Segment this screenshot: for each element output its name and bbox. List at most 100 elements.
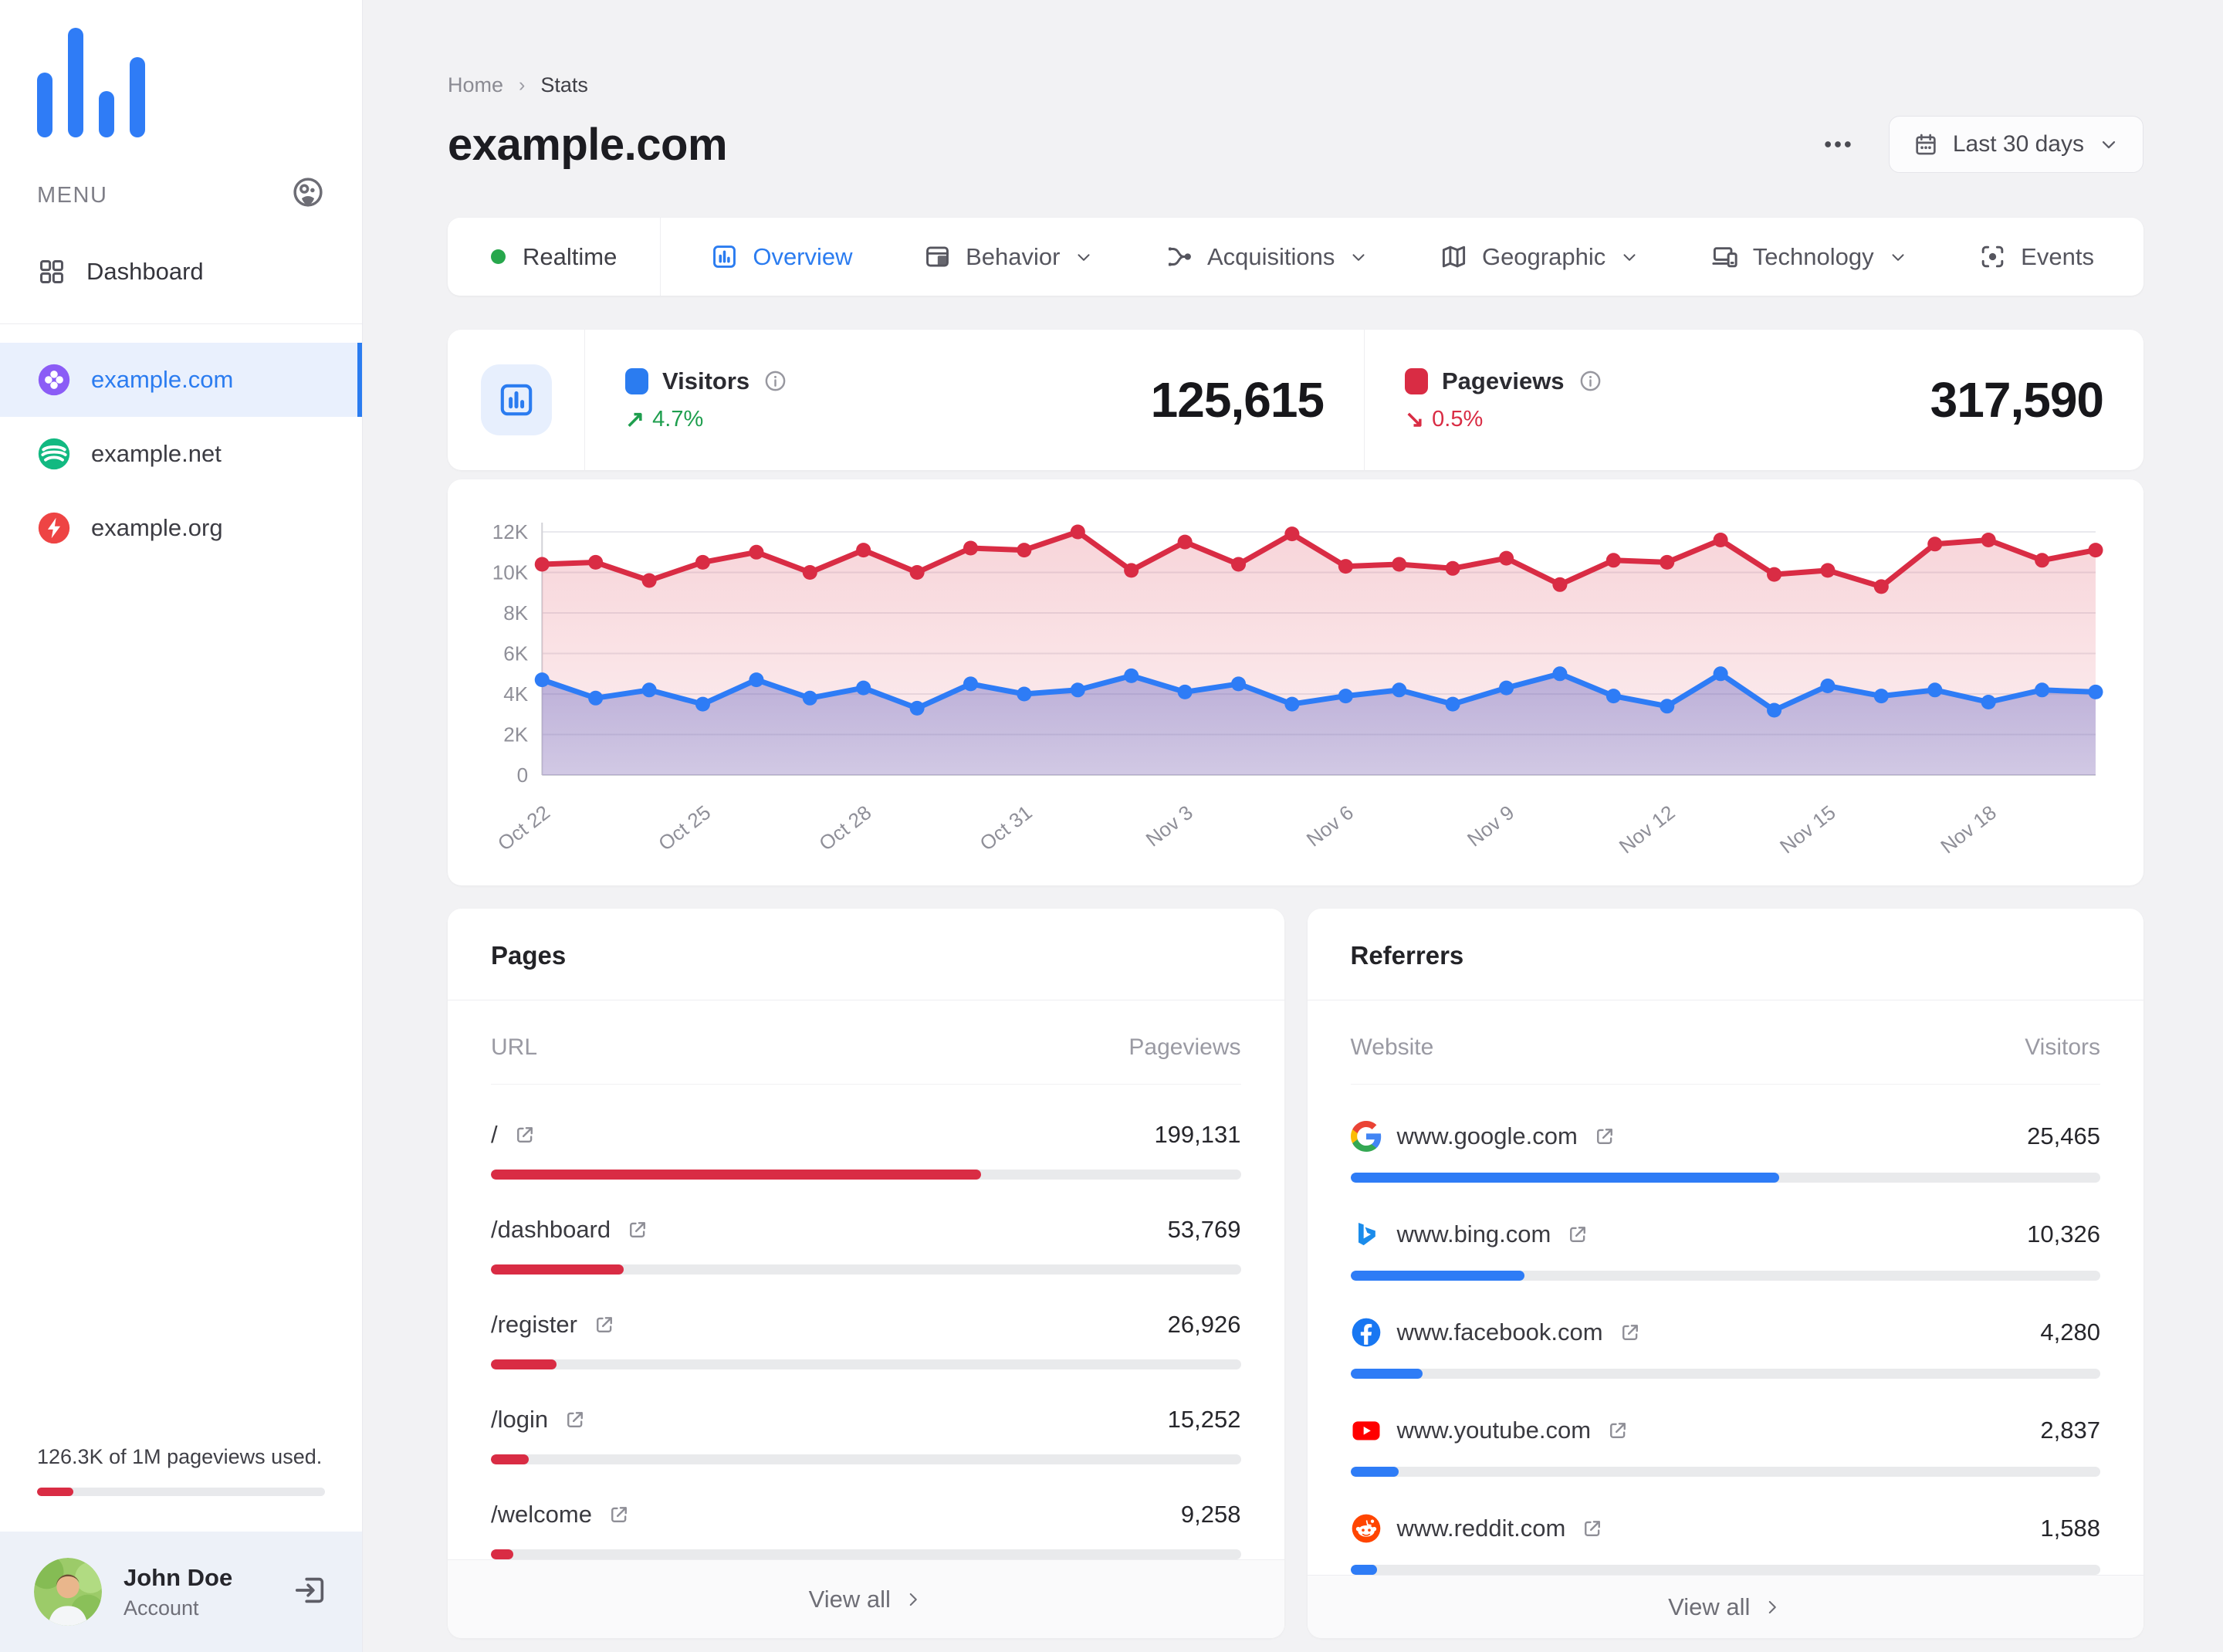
row-link[interactable]: /login <box>491 1406 587 1434</box>
row-link[interactable]: www.bing.com <box>1351 1219 1590 1250</box>
events-icon <box>1978 242 2007 271</box>
external-link-icon[interactable] <box>1581 1517 1604 1540</box>
chevron-down-icon <box>1074 247 1094 267</box>
external-link-icon[interactable] <box>1566 1223 1589 1246</box>
stat-visitors: Visitors ↗ 4.7% 125,615 <box>585 330 1365 470</box>
svg-text:8K: 8K <box>503 601 529 625</box>
row-link[interactable]: www.facebook.com <box>1351 1317 1642 1348</box>
reddit-favicon <box>1351 1513 1382 1544</box>
date-range-label: Last 30 days <box>1952 131 2084 157</box>
pages-rows: / 199,131 /dashboard 53,769 /register 26… <box>491 1121 1241 1559</box>
list-item: www.facebook.com 4,280 <box>1350 1317 2100 1379</box>
svg-text:10K: 10K <box>492 561 529 584</box>
external-link-icon[interactable] <box>593 1313 616 1336</box>
account-row[interactable]: John Doe Account <box>0 1532 362 1652</box>
chevron-right-icon <box>903 1589 923 1610</box>
row-value: 199,131 <box>1154 1121 1241 1148</box>
svg-text:6K: 6K <box>503 642 529 665</box>
tab-technology[interactable]: Technology <box>1710 242 1908 271</box>
row-value: 2,837 <box>2040 1417 2100 1444</box>
svg-text:Nov 3: Nov 3 <box>1142 801 1197 851</box>
info-icon[interactable] <box>1578 369 1602 393</box>
geographic-icon <box>1440 242 1468 271</box>
pageviews-value: 317,590 <box>1930 372 2104 428</box>
site-list: example.com example.net example.org <box>0 343 362 565</box>
row-bar <box>491 1264 1241 1275</box>
usage-block: 126.3K of 1M pageviews used. <box>37 1445 325 1496</box>
info-icon[interactable] <box>763 369 787 393</box>
menu-heading-row: MENU <box>37 175 325 215</box>
list-item: / 199,131 <box>491 1121 1241 1180</box>
dashboard-label: Dashboard <box>86 258 204 285</box>
youtube-favicon <box>1351 1415 1382 1446</box>
external-link-icon[interactable] <box>1619 1321 1642 1344</box>
row-link[interactable]: / <box>491 1121 536 1149</box>
list-item: www.reddit.com 1,588 <box>1350 1513 2100 1575</box>
row-bar <box>1350 1173 2100 1183</box>
list-item: /welcome 9,258 <box>491 1501 1241 1559</box>
tab-events[interactable]: Events <box>1978 242 2094 271</box>
site-label: example.com <box>91 366 234 393</box>
referrers-card-title: Referrers <box>1307 909 2143 1000</box>
usage-progress-fill <box>37 1488 73 1496</box>
tab-acquisitions[interactable]: Acquisitions <box>1165 242 1369 271</box>
external-link-icon[interactable] <box>563 1408 587 1431</box>
breadcrumb-home[interactable]: Home <box>448 73 503 97</box>
row-value: 1,588 <box>2040 1515 2100 1542</box>
row-label: www.facebook.com <box>1396 1319 1603 1346</box>
breadcrumb-current: Stats <box>540 73 588 96</box>
sign-out-icon[interactable] <box>293 1572 328 1612</box>
visitors-swatch <box>625 367 648 394</box>
row-value: 26,926 <box>1167 1311 1241 1338</box>
sidebar: MENU Dashboard example.com example.net e… <box>0 0 363 1652</box>
sidebar-item-dashboard[interactable]: Dashboard <box>37 257 325 286</box>
row-link[interactable]: /welcome <box>491 1501 631 1528</box>
list-item: www.youtube.com 2,837 <box>1350 1415 2100 1477</box>
chevron-right-icon: › <box>519 74 526 96</box>
sidebar-item-example.org[interactable]: example.org <box>0 491 362 565</box>
sidebar-item-example.net[interactable]: example.net <box>0 417 362 491</box>
sidebar-item-example.com[interactable]: example.com <box>0 343 362 417</box>
sidebar-divider <box>0 323 362 324</box>
row-label: www.bing.com <box>1396 1220 1551 1247</box>
external-link-icon[interactable] <box>1593 1125 1616 1148</box>
more-options-button[interactable] <box>1821 127 1855 161</box>
arrow-down-right-icon: ↘ <box>1405 406 1425 432</box>
row-label: /welcome <box>491 1501 592 1528</box>
external-link-icon[interactable] <box>1606 1419 1629 1442</box>
tab-overview[interactable]: Overview <box>710 242 853 271</box>
list-item: www.bing.com 10,326 <box>1350 1219 2100 1281</box>
svg-text:Nov 9: Nov 9 <box>1463 801 1518 851</box>
pages-col-pageviews: Pageviews <box>1128 1034 1241 1060</box>
technology-icon <box>1710 242 1739 271</box>
row-link[interactable]: www.reddit.com <box>1351 1513 1605 1544</box>
svg-text:0: 0 <box>517 763 529 787</box>
row-value: 25,465 <box>2027 1122 2100 1149</box>
tab-behavior[interactable]: Behavior <box>923 242 1094 271</box>
chevron-down-icon <box>1619 247 1639 267</box>
acquisitions-icon <box>1165 242 1193 271</box>
row-link[interactable]: /register <box>491 1311 616 1339</box>
face-icon[interactable] <box>291 175 325 215</box>
pages-view-all[interactable]: View all <box>448 1559 1284 1638</box>
row-bar <box>1350 1271 2100 1281</box>
list-item: /register 26,926 <box>491 1311 1241 1369</box>
row-bar <box>1350 1467 2100 1477</box>
referrers-view-all[interactable]: View all <box>1307 1575 2143 1638</box>
traffic-chart-svg: 0 2K 4K 6K 8K 10K 12K Oct 22 Oct 25 Oct 28 Oct 31 N… <box>492 520 2103 858</box>
row-label: / <box>491 1121 498 1148</box>
date-range-button[interactable]: Last 30 days <box>1888 116 2143 173</box>
row-link[interactable]: /dashboard <box>491 1216 649 1244</box>
external-link-icon[interactable] <box>626 1218 649 1241</box>
row-link[interactable]: www.youtube.com <box>1351 1415 1630 1446</box>
stat-pageviews: Pageviews ↘ 0.5% 317,590 <box>1365 330 2143 470</box>
arrow-up-right-icon: ↗ <box>625 406 645 432</box>
svg-text:Oct 31: Oct 31 <box>976 801 1037 855</box>
external-link-icon[interactable] <box>513 1123 536 1146</box>
row-link[interactable]: www.google.com <box>1350 1121 1616 1152</box>
chart-icon <box>480 364 552 435</box>
tab-realtime[interactable]: Realtime <box>448 218 661 296</box>
row-label: /register <box>491 1311 577 1338</box>
tab-geographic[interactable]: Geographic <box>1440 242 1639 271</box>
external-link-icon[interactable] <box>607 1503 631 1526</box>
